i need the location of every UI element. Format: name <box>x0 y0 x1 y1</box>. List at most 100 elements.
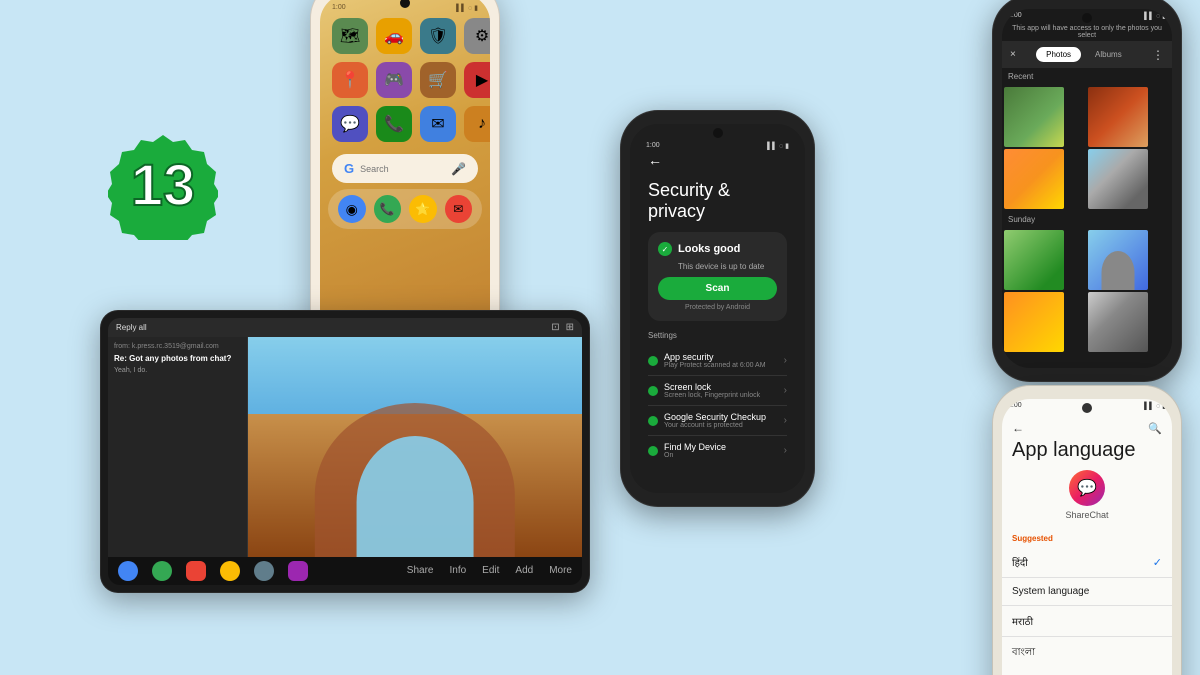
photos-header: × Photos Albums ⋮ <box>1002 41 1172 68</box>
nav-more[interactable]: More <box>549 565 572 576</box>
setting-app-security[interactable]: App security Play Protect scanned at 6:0… <box>648 346 787 376</box>
nav-share[interactable]: Share <box>407 565 434 576</box>
status-icons: ▌▌ ◌ ▮ <box>456 4 478 12</box>
photos-tab-albums[interactable]: Albums <box>1085 47 1132 62</box>
app-icon-game[interactable]: 🎮 <box>376 62 412 98</box>
photo-thumb-4[interactable] <box>1088 149 1148 209</box>
photos-permission-text: This app will have access to only the ph… <box>1002 23 1172 41</box>
photo-thumb-1[interactable] <box>1004 87 1064 147</box>
app-lang-title: App language <box>1002 439 1172 470</box>
nav-info[interactable]: Info <box>449 565 466 576</box>
nav-edit[interactable]: Edit <box>482 565 499 576</box>
photos-sunday-label: Sunday <box>1002 211 1172 228</box>
lang-item-bengali[interactable]: বাংলা <box>1002 637 1172 670</box>
photos-status-time: 1:00 <box>1008 12 1022 20</box>
app-name-label: ShareChat <box>1002 510 1172 520</box>
photo-thumb-3[interactable] <box>1004 149 1064 209</box>
phone-photos: 1:00 ▌▌ ◌ ▮ This app will have access to… <box>992 0 1182 382</box>
app-lang-screen: 1:00 ▌▌ ◌ ▮ ← 🔍 App language 💬 ShareChat… <box>1002 399 1172 675</box>
mic-icon[interactable]: 🎤 <box>451 162 466 176</box>
setting-title-app-security: App security <box>664 352 778 362</box>
nav-add[interactable]: Add <box>515 565 533 576</box>
app-icon-yt[interactable]: ▶ <box>464 62 490 98</box>
app-lang-status-icons: ▌▌ ◌ ▮ <box>1144 402 1166 410</box>
app-icon-mail[interactable]: ✉ <box>420 106 456 142</box>
dock-icon-phone2[interactable]: 📞 <box>374 195 402 223</box>
tablet-email: Reply all ⊡ ⊞ from: k.press.rc.3519@gmai… <box>100 310 590 593</box>
looks-good-subtitle: This device is up to date <box>678 262 777 271</box>
app-dock-5[interactable] <box>254 561 274 581</box>
suggested-label: Suggested <box>1002 530 1172 547</box>
setting-find-device[interactable]: Find My Device On › <box>648 436 787 465</box>
setting-dot-google-security <box>648 416 658 426</box>
app-icon-store[interactable]: 🛒 <box>420 62 456 98</box>
app-icon-phone[interactable]: 📞 <box>376 106 412 142</box>
app-icon-maps[interactable]: 🗺 <box>332 18 368 54</box>
lang-text-bengali: বাংলা <box>1012 645 1035 662</box>
app-dock-4[interactable] <box>220 561 240 581</box>
email-panel: from: k.press.rc.3519@gmail.com Re: Got … <box>108 337 248 557</box>
search-placeholder[interactable]: Search <box>360 164 445 174</box>
toolbar-icon-2[interactable]: ⊞ <box>566 322 574 333</box>
scan-button[interactable]: Scan <box>658 277 777 300</box>
chevron-icon-app-security: › <box>784 355 787 366</box>
photo-thumb-2[interactable] <box>1088 87 1148 147</box>
security-screen: 1:00 ▌▌ ◌ ▮ ← Security & privacy Looks g… <box>630 124 805 493</box>
app-lang-punch-hole <box>1082 403 1092 413</box>
lang-text-system: System language <box>1012 586 1089 597</box>
security-status-time: 1:00 <box>646 142 660 150</box>
protected-text: Protected by Android <box>658 304 777 311</box>
setting-sub-screen-lock: Screen lock, Fingerprint unlock <box>664 392 778 399</box>
app-icon-pin[interactable]: 📍 <box>332 62 368 98</box>
email-from: from: k.press.rc.3519@gmail.com <box>114 343 241 350</box>
app-icon-tools[interactable]: ⚙ <box>464 18 490 54</box>
setting-title-google-security: Google Security Checkup <box>664 412 778 422</box>
looks-good-title: Looks good <box>678 243 740 255</box>
app-lang-search-icon[interactable]: 🔍 <box>1148 422 1162 435</box>
setting-sub-find-device: On <box>664 452 778 459</box>
android-badge: 13 <box>108 130 218 240</box>
photo-thumb-8[interactable] <box>1088 292 1148 352</box>
photos-close-button[interactable]: × <box>1010 49 1016 60</box>
security-back-arrow[interactable]: ← <box>648 152 787 168</box>
photos-screen: 1:00 ▌▌ ◌ ▮ This app will have access to… <box>1002 9 1172 368</box>
lang-item-hindi[interactable]: हिंदी ✓ <box>1002 547 1172 578</box>
setting-dot-screen-lock <box>648 386 658 396</box>
app-icon-shield[interactable]: 🛡 <box>420 18 456 54</box>
email-attachment-photo <box>248 337 582 557</box>
photos-tab-photos[interactable]: Photos <box>1036 47 1081 62</box>
app-dock-3[interactable] <box>186 561 206 581</box>
dock-icon-chrome[interactable]: ◉ <box>338 195 366 223</box>
app-lang-status-time: 1:00 <box>1008 402 1022 410</box>
setting-title-screen-lock: Screen lock <box>664 382 778 392</box>
app-icon-car[interactable]: 🚗 <box>376 18 412 54</box>
app-icon-music[interactable]: ♪ <box>464 106 490 142</box>
lang-text-hindi: हिंदी <box>1012 555 1028 569</box>
toolbar-icon-1[interactable]: ⊡ <box>551 322 559 333</box>
app-dock-2[interactable] <box>152 561 172 581</box>
app-icon-msg[interactable]: 💬 <box>332 106 368 142</box>
lang-item-marathi[interactable]: मराठी <box>1002 606 1172 637</box>
photos-punch-hole <box>1082 13 1092 23</box>
security-punch-hole <box>713 128 723 138</box>
chevron-icon-find-device: › <box>784 445 787 456</box>
photo-thumb-6[interactable] <box>1088 230 1148 290</box>
lang-item-system[interactable]: System language <box>1002 578 1172 606</box>
app-dock-6[interactable] <box>288 561 308 581</box>
chevron-icon-screen-lock: › <box>784 385 787 396</box>
photos-menu-button[interactable]: ⋮ <box>1152 48 1164 62</box>
setting-screen-lock[interactable]: Screen lock Screen lock, Fingerprint unl… <box>648 376 787 406</box>
photo-thumb-5[interactable] <box>1004 230 1064 290</box>
dock-icon-maps2[interactable]: ⭐ <box>409 195 437 223</box>
dock-icon-gmail[interactable]: ✉ <box>445 195 473 223</box>
app-dock-1[interactable] <box>118 561 138 581</box>
setting-dot-find-device <box>648 446 658 456</box>
setting-google-security[interactable]: Google Security Checkup Your account is … <box>648 406 787 436</box>
looks-good-indicator <box>658 242 672 256</box>
toolbar-title: Reply all <box>116 323 147 332</box>
photo-thumb-7[interactable] <box>1004 292 1064 352</box>
setting-sub-app-security: Play Protect scanned at 6:00 AM <box>664 362 778 369</box>
looks-good-card: Looks good This device is up to date Sca… <box>648 232 787 321</box>
app-lang-back-button[interactable]: ← <box>1012 421 1024 435</box>
status-time: 1:00 <box>332 4 346 12</box>
